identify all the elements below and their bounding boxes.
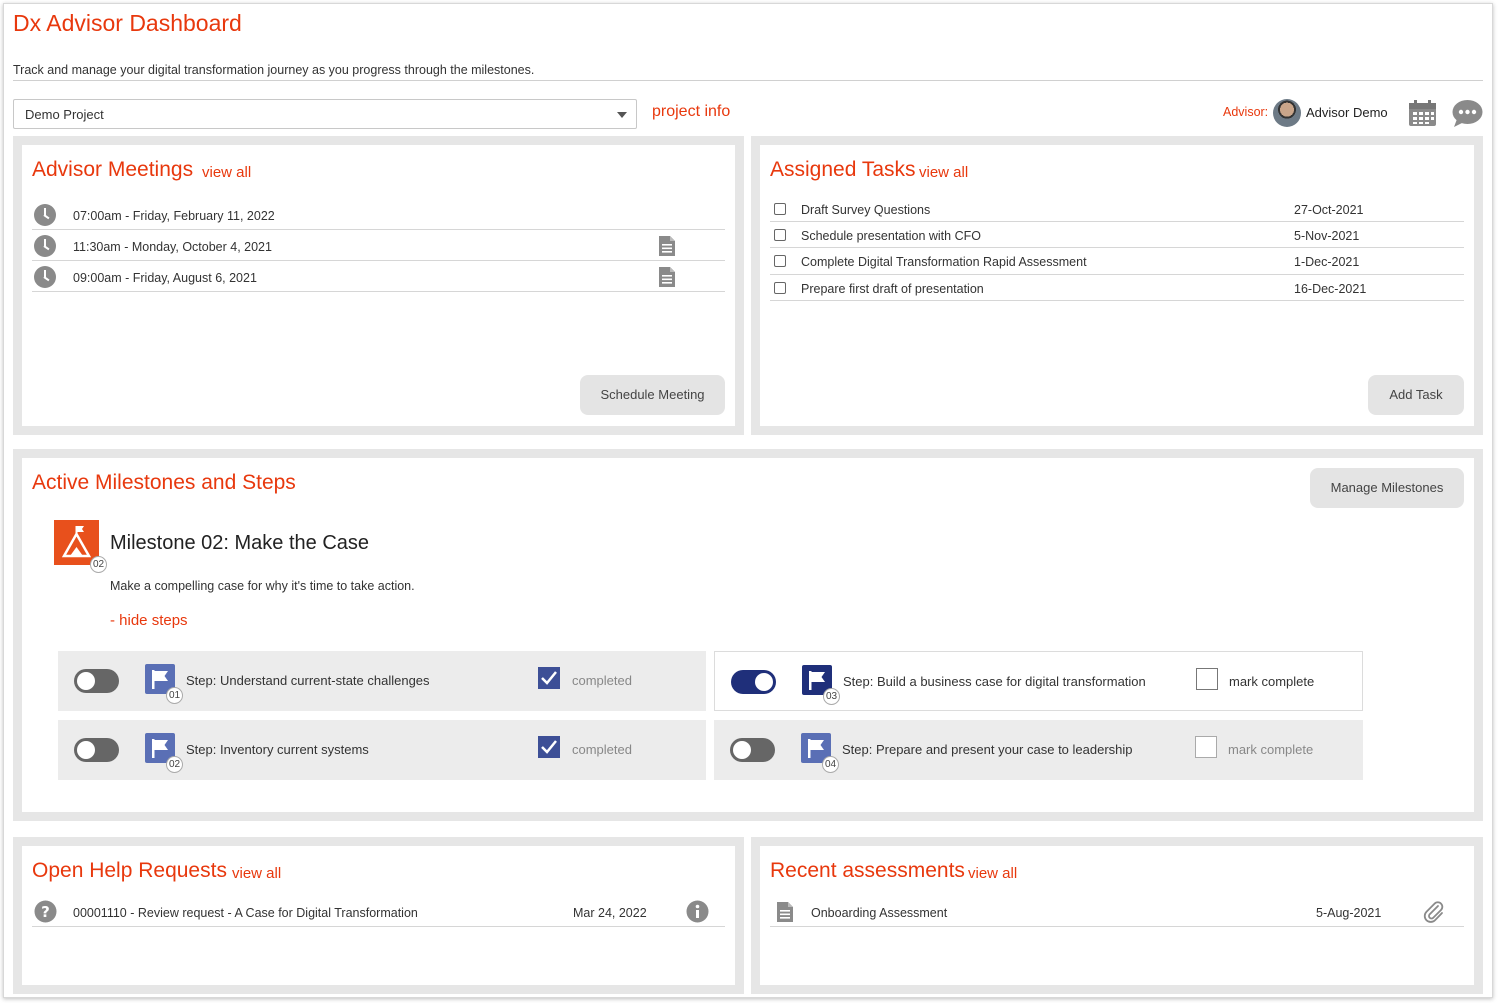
- step-complete-checkbox[interactable]: [538, 667, 560, 689]
- document-icon[interactable]: [658, 266, 676, 288]
- milestone-description: Make a compelling case for why it's time…: [110, 579, 415, 593]
- task-date: 5-Nov-2021: [1294, 229, 1360, 243]
- assessment-name: Onboarding Assessment: [811, 906, 948, 920]
- task-date: 27-Oct-2021: [1294, 203, 1364, 217]
- task-checkbox[interactable]: [774, 203, 786, 215]
- step-label: Step: Inventory current systems: [186, 742, 369, 757]
- clock-icon: [34, 204, 56, 226]
- chevron-down-icon: [617, 112, 627, 118]
- clock-icon: [34, 235, 56, 257]
- task-date: 1-Dec-2021: [1294, 255, 1360, 269]
- info-icon[interactable]: [686, 900, 709, 923]
- step-label: Step: Understand current-state challenge…: [186, 673, 430, 688]
- advisor-meetings-title: Advisor Meetings: [32, 158, 194, 181]
- clock-icon: [34, 266, 56, 288]
- step-status-label: completed: [572, 742, 632, 757]
- step-label: Step: Prepare and present your case to l…: [842, 742, 1133, 757]
- step-card: 01 Step: Understand current-state challe…: [58, 651, 706, 711]
- step-complete-checkbox[interactable]: [1195, 736, 1217, 758]
- step-number-badge: 04: [822, 756, 839, 773]
- step-toggle[interactable]: [730, 738, 775, 762]
- meetings-view-all-link[interactable]: view all: [202, 164, 251, 181]
- manage-milestones-button[interactable]: Manage Milestones: [1310, 468, 1464, 508]
- task-name: Schedule presentation with CFO: [801, 229, 981, 243]
- step-card: 03 Step: Build a business case for digit…: [714, 651, 1363, 711]
- meeting-row[interactable]: 09:00am - Friday, August 6, 2021: [32, 261, 725, 292]
- tasks-view-all-link[interactable]: view all: [919, 164, 968, 181]
- step-number-badge: 03: [823, 688, 840, 705]
- open-help-requests-panel: Open Help Requests view all ? 00001110 -…: [13, 837, 744, 994]
- header-divider: [13, 80, 1483, 81]
- calendar-icon[interactable]: [1408, 99, 1437, 127]
- step-number-badge: 01: [166, 687, 183, 704]
- advisor-meetings-panel: Advisor Meetings view all 07:00am - Frid…: [13, 136, 744, 435]
- step-toggle[interactable]: [74, 669, 119, 693]
- step-status-label: completed: [572, 673, 632, 688]
- add-task-button[interactable]: Add Task: [1368, 375, 1464, 415]
- step-label: Step: Build a business case for digital …: [843, 674, 1146, 689]
- svg-text:?: ?: [41, 903, 50, 921]
- step-toggle[interactable]: [74, 738, 119, 762]
- document-icon[interactable]: [658, 235, 676, 257]
- step-status-label: mark complete: [1229, 674, 1315, 689]
- step-toggle[interactable]: [731, 670, 776, 694]
- task-row: Schedule presentation with CFO 5-Nov-202…: [770, 222, 1464, 248]
- advisor-label: Advisor:: [1223, 105, 1269, 119]
- hide-steps-link[interactable]: - hide steps: [110, 612, 188, 629]
- schedule-meeting-button[interactable]: Schedule Meeting: [580, 375, 725, 415]
- help-request-row[interactable]: ? 00001110 - Review request - A Case for…: [32, 898, 725, 927]
- meeting-row[interactable]: 07:00am - Friday, February 11, 2022: [32, 199, 725, 230]
- task-checkbox[interactable]: [774, 282, 786, 294]
- chat-bubble-icon[interactable]: [1452, 99, 1483, 128]
- assessments-view-all-link[interactable]: view all: [968, 865, 1017, 882]
- recent-assessments-panel: Recent assessments view all Onboarding A…: [751, 837, 1483, 994]
- avatar: [1273, 99, 1301, 127]
- milestone-number-badge: 02: [90, 556, 107, 573]
- project-select-value: Demo Project: [25, 107, 104, 122]
- question-icon: ?: [34, 900, 57, 923]
- active-milestones-title: Active Milestones and Steps: [32, 471, 296, 494]
- step-status-label: mark complete: [1228, 742, 1314, 757]
- task-checkbox[interactable]: [774, 255, 786, 267]
- task-row: Complete Digital Transformation Rapid As…: [770, 248, 1464, 275]
- task-row: Prepare first draft of presentation 16-D…: [770, 275, 1464, 301]
- assigned-tasks-title: Assigned Tasks: [770, 158, 916, 181]
- task-date: 16-Dec-2021: [1294, 282, 1367, 296]
- meeting-time: 09:00am - Friday, August 6, 2021: [73, 271, 257, 285]
- meeting-row[interactable]: 11:30am - Monday, October 4, 2021: [32, 230, 725, 261]
- task-name: Draft Survey Questions: [801, 203, 931, 217]
- step-complete-checkbox[interactable]: [538, 736, 560, 758]
- page-subtitle: Track and manage your digital transforma…: [13, 63, 535, 77]
- page-title: Dx Advisor Dashboard: [13, 10, 242, 36]
- assigned-tasks-panel: Assigned Tasks view all Draft Survey Que…: [751, 136, 1483, 435]
- active-milestones-panel: Active Milestones and Steps Manage Miles…: [13, 449, 1483, 821]
- task-name: Prepare first draft of presentation: [801, 282, 984, 296]
- milestone-title: Milestone 02: Make the Case: [110, 532, 370, 554]
- help-view-all-link[interactable]: view all: [232, 865, 281, 882]
- project-info-link[interactable]: project info: [652, 103, 730, 121]
- assessment-date: 5-Aug-2021: [1316, 906, 1382, 920]
- task-checkbox[interactable]: [774, 229, 786, 241]
- step-card: 04 Step: Prepare and present your case t…: [714, 720, 1363, 780]
- meeting-time: 07:00am - Friday, February 11, 2022: [73, 209, 275, 223]
- project-select[interactable]: Demo Project: [13, 99, 637, 129]
- document-icon: [777, 902, 793, 922]
- advisor-name: Advisor Demo: [1306, 105, 1388, 120]
- assessment-row[interactable]: Onboarding Assessment 5-Aug-2021: [770, 898, 1464, 927]
- recent-assessments-title: Recent assessments: [770, 859, 965, 882]
- task-name: Complete Digital Transformation Rapid As…: [801, 255, 1087, 269]
- meeting-time: 11:30am - Monday, October 4, 2021: [73, 240, 272, 254]
- paperclip-icon[interactable]: [1422, 900, 1446, 924]
- step-card: 02 Step: Inventory current systems compl…: [58, 720, 706, 780]
- help-request-text: 00001110 - Review request - A Case for D…: [73, 906, 418, 920]
- step-complete-checkbox[interactable]: [1196, 668, 1218, 690]
- step-number-badge: 02: [166, 756, 183, 773]
- open-help-requests-title: Open Help Requests: [32, 859, 227, 882]
- task-row: Draft Survey Questions 27-Oct-2021: [770, 195, 1464, 222]
- help-request-date: Mar 24, 2022: [573, 906, 647, 920]
